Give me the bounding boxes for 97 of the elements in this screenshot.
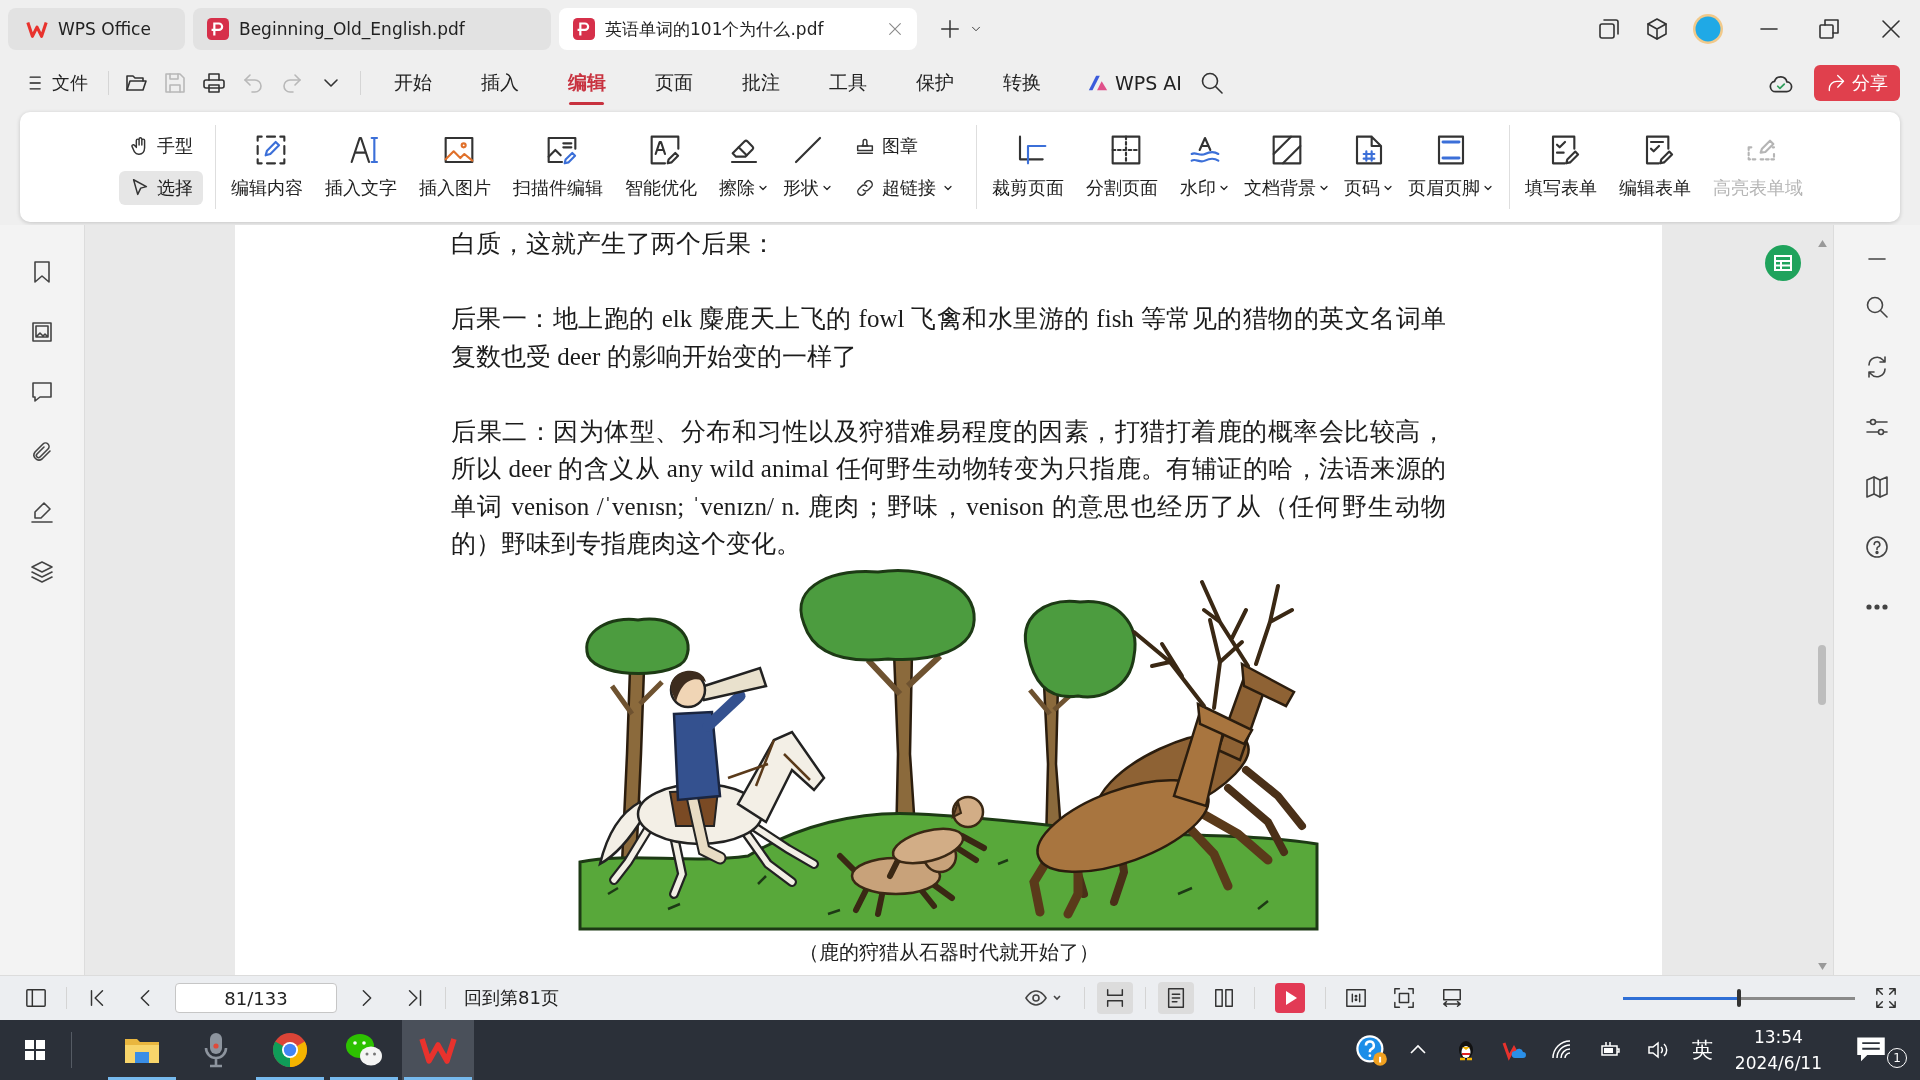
continuous-view-icon: [1104, 987, 1126, 1009]
fit-width-icon[interactable]: [1441, 987, 1463, 1009]
toolbar-button[interactable]: 选择: [119, 171, 203, 205]
search-icon[interactable]: [1199, 71, 1224, 95]
document-tab[interactable]: 英语单词的101个为什么.pdf: [559, 8, 917, 50]
signature-pen-icon[interactable]: [30, 500, 54, 524]
page-number-icon: [1353, 134, 1385, 166]
folded-map-icon[interactable]: [1865, 475, 1889, 499]
running-indicator: [256, 1077, 324, 1080]
search-icon[interactable]: [1865, 295, 1889, 319]
toolbar-button[interactable]: 文档背景: [1237, 130, 1337, 204]
plus-icon[interactable]: [939, 18, 961, 40]
menu-tab[interactable]: 开始: [369, 65, 456, 101]
form-check-icon: [1549, 134, 1581, 166]
toolbar-button[interactable]: 扫描件编辑: [506, 130, 618, 204]
actual-size-icon[interactable]: [1345, 987, 1367, 1009]
home-tab[interactable]: WPS Office: [8, 8, 185, 50]
image-pencil-icon: [546, 134, 578, 166]
crop-icon: [1016, 134, 1048, 166]
fit-page-icon[interactable]: [1393, 987, 1415, 1009]
clock-date[interactable]: 2024/6/11: [1734, 1050, 1822, 1076]
toolbar-button[interactable]: 分割页面: [1079, 130, 1173, 204]
toolbar-button[interactable]: 擦除: [712, 130, 776, 204]
restore-icon[interactable]: [1817, 17, 1841, 41]
toolbar-button[interactable]: 填写表单: [1518, 130, 1612, 204]
single-page-icon: [1165, 987, 1187, 1009]
document-tab[interactable]: Beginning_Old_English.pdf: [193, 8, 551, 50]
text-cursor-icon: [349, 134, 381, 166]
menu-tab[interactable]: 转换: [978, 65, 1065, 101]
line-icon: [792, 134, 824, 166]
page-number-field[interactable]: 81/133: [175, 983, 337, 1013]
toolbar-button[interactable]: 编辑表单: [1612, 130, 1706, 204]
hatched-page-icon: [1271, 134, 1303, 166]
thumbnail-icon[interactable]: [30, 320, 54, 344]
slider-thumb[interactable]: [1737, 989, 1741, 1007]
toolbar-button[interactable]: 插入图片: [412, 130, 506, 204]
input-method-indicator[interactable]: 英: [1691, 1036, 1713, 1064]
figure-caption: （鹿的狩猎从石器时代就开始了）: [798, 940, 1099, 965]
share-icon: [1826, 73, 1846, 93]
view-mode-button[interactable]: [1158, 982, 1194, 1014]
running-indicator: [330, 1077, 398, 1080]
running-indicator: [108, 1077, 176, 1080]
menu-tab[interactable]: 页面: [630, 65, 717, 101]
toolbar-button[interactable]: 裁剪页面: [985, 130, 1079, 204]
comment-icon[interactable]: [30, 380, 54, 404]
menu-tab[interactable]: 保护: [891, 65, 978, 101]
paragraph: 白质，这就产生了两个后果：: [451, 229, 777, 259]
toolbar-button[interactable]: 水印: [1173, 130, 1237, 204]
header-footer-icon: [1435, 134, 1467, 166]
toolbar-button[interactable]: 智能优化: [618, 130, 712, 204]
window-stack-icon[interactable]: [1597, 17, 1621, 41]
pdf-file-icon: [207, 18, 229, 40]
notification-icon[interactable]: [1856, 1036, 1886, 1064]
print-icon[interactable]: [202, 71, 226, 95]
menu-tab[interactable]: 工具: [804, 65, 891, 101]
edit-frame-icon: [255, 134, 287, 166]
toolbar-button[interactable]: 编辑内容: [224, 130, 318, 204]
paragraph: 后果二：因为体型、分布和习性以及狩猎难易程度的因素，打猎打着鹿的概率会比较高，所以 deer 的含义从 any wild animal 任何野生动物转变为只指鹿。有辅证的哈，法语来源的单词 venison /ˈvenɪsn; ˈvenɪzn/ n. 鹿肉；野味，venison 的意思也经历了从（任何野生动物的）野味到专指鹿肉这个变化。: [451, 416, 1446, 559]
spreadsheet-icon[interactable]: [1765, 245, 1801, 281]
menu-tab[interactable]: 插入: [456, 65, 543, 101]
circular-arrows-icon[interactable]: [1865, 355, 1889, 379]
play-icon[interactable]: [1275, 983, 1305, 1013]
toolbar-button[interactable]: 页眉页脚: [1401, 130, 1501, 204]
toolbar-button[interactable]: 手型: [119, 129, 203, 163]
file-menu-button[interactable]: 文件: [22, 67, 92, 99]
toolbar-button[interactable]: 形状: [776, 130, 840, 204]
close-icon[interactable]: [1879, 17, 1903, 41]
paperclip-icon[interactable]: [30, 440, 54, 464]
running-indicator: [404, 1077, 472, 1080]
fullscreen-icon[interactable]: [1875, 987, 1897, 1009]
share-button[interactable]: 分享: [1814, 65, 1900, 101]
menu-tab[interactable]: WPS AI: [1065, 65, 1192, 101]
pdf-file-icon: [573, 18, 595, 40]
link-icon: [854, 177, 876, 199]
toolbar-button[interactable]: 插入文字: [318, 130, 412, 204]
split-page-icon: [1110, 134, 1142, 166]
menu-tab[interactable]: 批注: [717, 65, 804, 101]
document-pencil-icon: [649, 134, 681, 166]
clock-time[interactable]: 13:54: [1753, 1024, 1803, 1050]
toolbar-button[interactable]: 页码: [1337, 130, 1401, 204]
help-icon[interactable]: [1865, 535, 1889, 559]
cube-icon[interactable]: [1645, 17, 1669, 41]
two-page-icon: [1213, 987, 1235, 1009]
layers-icon[interactable]: [30, 560, 54, 584]
toolbar-button[interactable]: 超链接: [844, 171, 964, 205]
start-icon[interactable]: [23, 1038, 47, 1062]
sidebar-toggle-icon[interactable]: [25, 987, 47, 1009]
toolbar-button[interactable]: 图章: [844, 129, 964, 163]
image-icon: [443, 134, 475, 166]
form-edit-icon: [1643, 134, 1675, 166]
help-badge-icon[interactable]: [1353, 1033, 1388, 1067]
scrollbar-thumb[interactable]: [1818, 645, 1826, 705]
back-to-page-link[interactable]: 回到第81页: [464, 986, 559, 1010]
browser-icon: [270, 1030, 310, 1070]
paragraph: 后果一：地上跑的 elk 麋鹿天上飞的 fowl 飞禽和水里游的 fish 等常见的猎物的英文名词单复数也受 deer 的影响开始变的一样了: [451, 304, 1446, 372]
notification-badge: 1: [1887, 1048, 1907, 1068]
view-mode-button[interactable]: [1097, 982, 1133, 1014]
